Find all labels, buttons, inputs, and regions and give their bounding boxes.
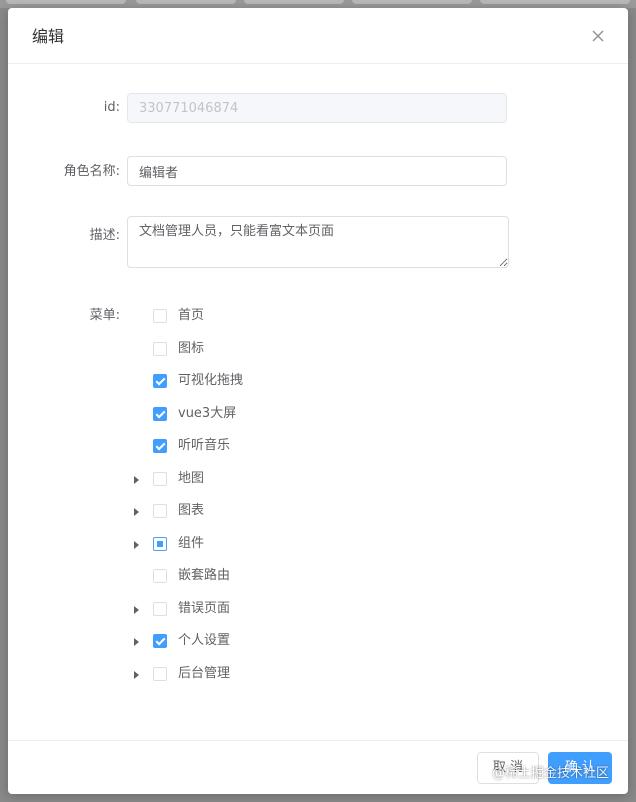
tree-node[interactable]: 图标 <box>132 337 452 363</box>
tree-node-checkbox[interactable] <box>153 374 167 388</box>
tree-node-checkbox[interactable] <box>153 471 167 486</box>
description-textarea[interactable] <box>127 216 509 268</box>
tree-node-checkbox[interactable] <box>153 601 167 616</box>
tree-node[interactable]: 个人设置 <box>132 629 452 655</box>
edit-dialog: 编辑 id: 角色名称: 描述: 菜单: 首页图标可视化拖拽 vue3大屏听听音乐… <box>8 8 628 794</box>
dialog-title: 编辑 <box>32 27 65 46</box>
caret-right-icon[interactable] <box>134 508 139 516</box>
tree-node-checkbox[interactable] <box>153 634 167 648</box>
background-tab <box>6 0 126 4</box>
watermark: @稀土掘金技术社区 <box>492 766 610 781</box>
tree-node[interactable]: 听听音乐 <box>132 434 452 460</box>
tree-node-checkbox[interactable] <box>153 569 167 583</box>
id-input[interactable] <box>127 93 507 123</box>
tree-node[interactable]: 后台管理 <box>132 662 452 688</box>
tree-node-label: 听听音乐 <box>178 438 231 453</box>
tree-node-label: 错误页面 <box>178 600 231 616</box>
tree-node-checkbox[interactable] <box>153 439 167 453</box>
close-icon[interactable] <box>590 28 606 44</box>
tree-node-label: 嵌套路由 <box>178 568 231 583</box>
description-label: 描述: <box>89 228 120 243</box>
tree-node-label: 图表 <box>178 503 205 518</box>
tree-node-label: 地图 <box>178 470 205 486</box>
caret-right-icon[interactable] <box>134 670 139 679</box>
tree-node-label: 组件 <box>178 535 205 551</box>
tree-node-label: 后台管理 <box>178 665 231 681</box>
tree-node-checkbox[interactable] <box>153 341 167 356</box>
tree-node[interactable]: vue3大屏 <box>132 402 452 428</box>
menu-label: 菜单: <box>89 308 120 323</box>
tree-node-checkbox[interactable] <box>153 309 167 323</box>
tree-node[interactable]: 首页 <box>132 304 452 330</box>
id-label: id: <box>103 100 120 115</box>
tree-node-label: vue3大屏 <box>178 405 237 421</box>
tree-node[interactable]: 错误页面 <box>132 597 452 623</box>
tree-node-checkbox[interactable] <box>153 666 167 681</box>
tree-node-checkbox[interactable] <box>153 536 167 551</box>
tree-node[interactable]: 组件 <box>132 532 452 558</box>
background-tab <box>244 0 344 4</box>
caret-right-icon[interactable] <box>134 605 139 614</box>
tree-node-checkbox[interactable] <box>153 406 167 421</box>
tree-node[interactable]: 地图 <box>132 467 452 493</box>
background-tab <box>480 0 630 4</box>
tree-node-label: 图标 <box>178 340 205 356</box>
tree-node[interactable]: 图表 <box>132 499 452 525</box>
tree-node-label: 个人设置 <box>178 633 231 648</box>
caret-right-icon[interactable] <box>134 540 139 549</box>
role-name-input[interactable] <box>127 156 507 186</box>
tree-node-label: 首页 <box>178 308 205 323</box>
tree-node[interactable]: 可视化拖拽 <box>132 369 452 395</box>
background-tab <box>136 0 236 4</box>
background-tab <box>352 0 472 4</box>
tree-node-label: 可视化拖拽 <box>178 373 244 388</box>
dialog-header: 编辑 <box>8 8 628 64</box>
tree-node[interactable]: 嵌套路由 <box>132 564 452 590</box>
tree-node-checkbox[interactable] <box>153 504 167 518</box>
caret-right-icon[interactable] <box>134 475 139 484</box>
caret-right-icon[interactable] <box>134 638 139 646</box>
role-name-label: 角色名称: <box>63 164 120 179</box>
